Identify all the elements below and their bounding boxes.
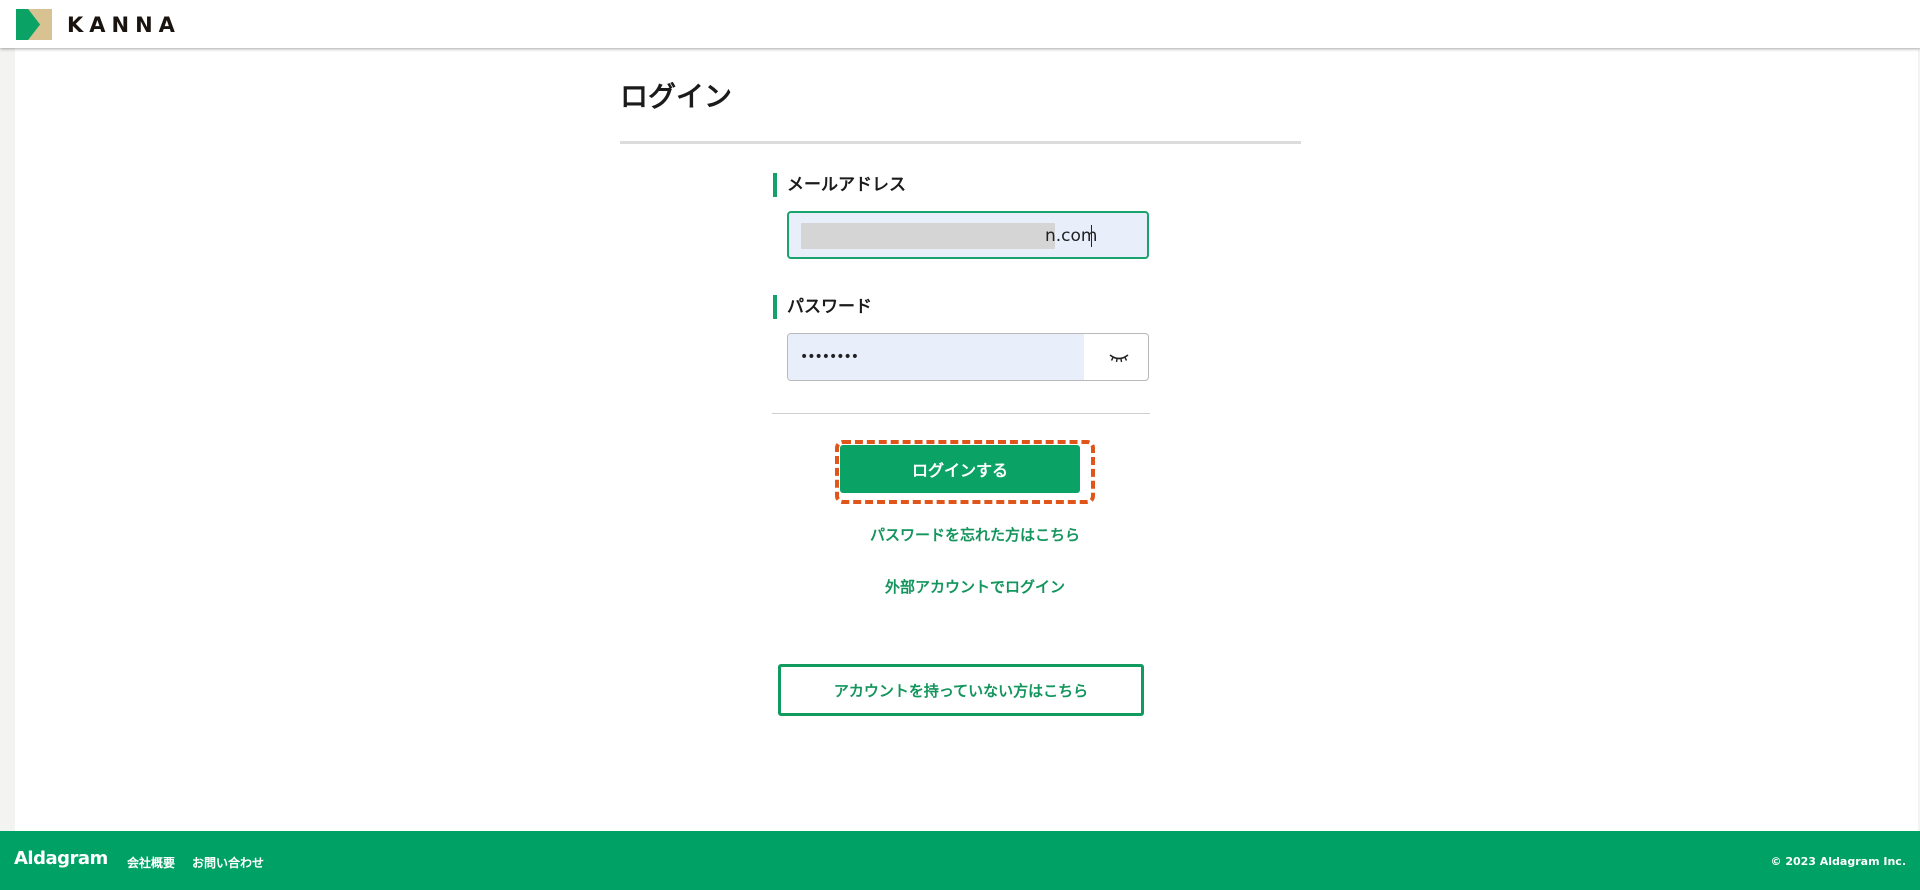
form-divider (772, 413, 1150, 414)
signup-button[interactable]: アカウントを持っていない方はこちら (778, 664, 1144, 716)
logo-wordmark: KANNA (67, 12, 181, 37)
kanna-logo[interactable]: KANNA (16, 9, 181, 40)
footer-brand: Aldagram (14, 848, 108, 869)
text-cursor (1091, 225, 1092, 247)
site-footer: Aldagram 会社概要 お問い合わせ © 2023 Aldagram Inc… (0, 831, 1920, 890)
title-divider (620, 141, 1301, 144)
email-value: n.com (1045, 226, 1098, 246)
eye-closed-icon[interactable] (1106, 347, 1132, 367)
contact-link[interactable]: お問い合わせ (192, 854, 264, 871)
copyright-text: © 2023 Aldagram Inc. (1770, 855, 1907, 868)
company-info-link[interactable]: 会社概要 (127, 854, 175, 871)
login-page: ログイン メールアドレス n.com パスワード •••••••• ログインする… (15, 48, 1918, 831)
kanna-logo-mark (16, 9, 52, 40)
email-field[interactable]: n.com (787, 211, 1149, 259)
forgot-password-link[interactable]: パスワードを忘れた方はこちら (635, 524, 1315, 545)
top-header: KANNA (0, 0, 1920, 48)
password-label: パスワード (773, 295, 872, 319)
external-account-login-link[interactable]: 外部アカウントでログイン (635, 576, 1315, 597)
email-label: メールアドレス (773, 173, 906, 197)
page-title: ログイン (620, 80, 733, 113)
password-value: •••••••• (800, 349, 859, 365)
login-button[interactable]: ログインする (840, 445, 1080, 493)
password-field[interactable]: •••••••• (787, 333, 1149, 381)
email-redaction (801, 223, 1055, 249)
